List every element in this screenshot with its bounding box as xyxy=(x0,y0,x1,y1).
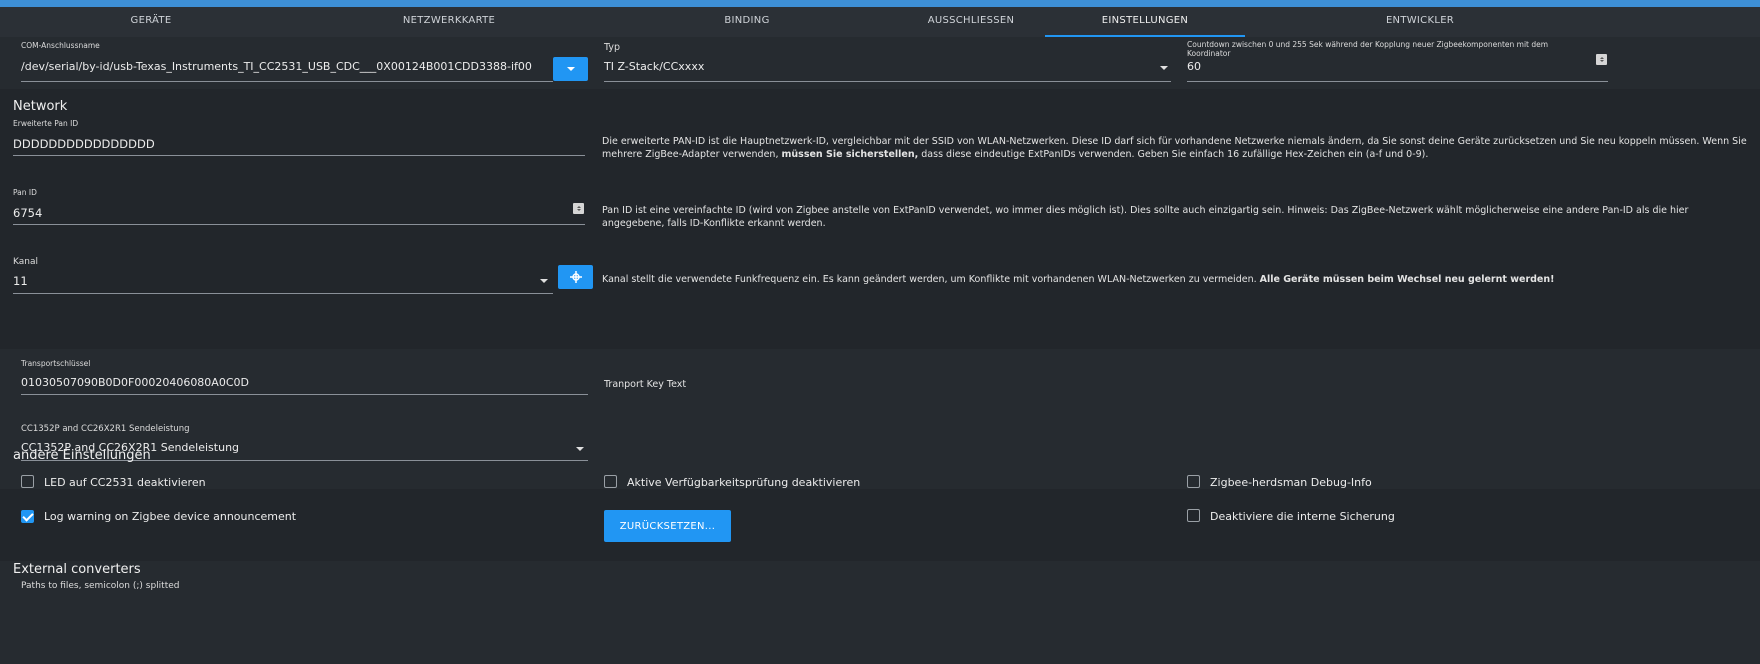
transport-section xyxy=(0,349,1760,489)
ext-pan-id-underline xyxy=(13,155,585,156)
countdown-stepper[interactable] xyxy=(1596,54,1607,65)
kanal-chevron-down-icon[interactable] xyxy=(540,279,548,283)
kanal-underline xyxy=(13,293,553,294)
tab-entwickler[interactable]: ENTWICKLER xyxy=(1370,7,1470,37)
scan-icon xyxy=(569,271,582,283)
kanal-description: Kanal stellt die verwendete Funkfrequenz… xyxy=(602,274,1555,285)
availability-check-label: Aktive Verfügbarkeitsprüfung deaktiviere… xyxy=(627,476,861,489)
typ-select[interactable]: TI Z-Stack/CCxxxx xyxy=(604,60,704,73)
transmit-power-label: CC1352P and CC26X2R1 Sendeleistung xyxy=(21,424,190,434)
herdsman-debug-label: Zigbee-herdsman Debug-Info xyxy=(1210,476,1372,489)
pan-id-description: Pan ID ist eine vereinfachte ID (wird vo… xyxy=(602,205,1689,229)
ext-pan-id-description: Die erweiterte PAN-ID ist die Hauptnetzw… xyxy=(602,136,1747,160)
external-converters-heading: External converters xyxy=(13,562,141,577)
led-disable-checkbox[interactable] xyxy=(21,475,34,488)
chevron-down-icon xyxy=(566,67,575,71)
kanal-scan-button[interactable] xyxy=(558,265,593,289)
other-settings-heading: andere Einstellungen xyxy=(13,448,151,463)
transport-key-input[interactable]: 01030507090B0D0F00020406080A0C0D xyxy=(21,376,249,389)
herdsman-debug-checkbox[interactable] xyxy=(1187,475,1200,488)
transport-key-label: Transportschlüssel xyxy=(21,359,91,368)
typ-label: Typ xyxy=(604,42,620,53)
transport-key-description: Tranport Key Text xyxy=(604,379,687,390)
pan-id-stepper[interactable] xyxy=(573,203,584,214)
countdown-label-line1: Countdown zwischen 0 und 255 Sek während… xyxy=(1187,40,1549,49)
internal-backup-label: Deaktiviere die interne Sicherung xyxy=(1210,510,1395,523)
typ-underline xyxy=(604,81,1171,82)
countdown-label-line2: Koordinator xyxy=(1187,49,1231,58)
kanal-select[interactable]: 11 xyxy=(13,274,28,288)
tab-geraete[interactable]: GERÄTE xyxy=(95,7,207,37)
external-converters-label: Paths to files, semicolon (;) splitted xyxy=(21,581,180,591)
com-port-label: COM-Anschlussname xyxy=(21,41,100,50)
pan-id-label: Pan ID xyxy=(13,188,37,197)
tab-bar: GERÄTE NETZWERKKARTE BINDING AUSSCHLIESS… xyxy=(0,7,1760,37)
pan-id-underline xyxy=(13,224,585,225)
transport-key-underline xyxy=(21,394,588,395)
network-heading: Network xyxy=(13,99,68,114)
external-converters-section xyxy=(0,561,1760,664)
typ-chevron-down-icon[interactable] xyxy=(1160,66,1168,70)
settings-panel: COM-Anschlussname /dev/serial/by-id/usb-… xyxy=(0,37,1760,664)
ext-pan-id-label: Erweiterte Pan ID xyxy=(13,119,79,128)
led-disable-label: LED auf CC2531 deaktivieren xyxy=(44,476,206,489)
availability-check-checkbox[interactable] xyxy=(604,475,617,488)
com-port-input[interactable]: /dev/serial/by-id/usb-Texas_Instruments_… xyxy=(21,60,532,73)
com-port-underline xyxy=(21,81,553,82)
internal-backup-checkbox[interactable] xyxy=(1187,509,1200,522)
transmit-power-chevron-down-icon[interactable] xyxy=(576,447,584,451)
top-accent-bar xyxy=(0,0,1760,7)
tab-ausschliessen[interactable]: AUSSCHLIESSEN xyxy=(916,7,1026,37)
tab-binding[interactable]: BINDING xyxy=(702,7,792,37)
kanal-label: Kanal xyxy=(13,257,38,267)
tab-netzwerkkarte[interactable]: NETZWERKKARTE xyxy=(389,7,509,37)
tab-einstellungen[interactable]: EINSTELLUNGEN xyxy=(1045,7,1245,37)
countdown-underline xyxy=(1187,81,1608,82)
countdown-input[interactable]: 60 xyxy=(1187,60,1201,73)
log-warning-label: Log warning on Zigbee device announcemen… xyxy=(44,510,297,523)
ext-pan-id-input[interactable]: DDDDDDDDDDDDDDDD xyxy=(13,137,155,151)
reset-button[interactable]: ZURÜCKSETZEN... xyxy=(604,510,731,542)
log-warning-checkbox[interactable] xyxy=(21,510,34,523)
pan-id-input[interactable]: 6754 xyxy=(13,206,42,220)
com-port-dropdown-button[interactable] xyxy=(553,57,588,81)
